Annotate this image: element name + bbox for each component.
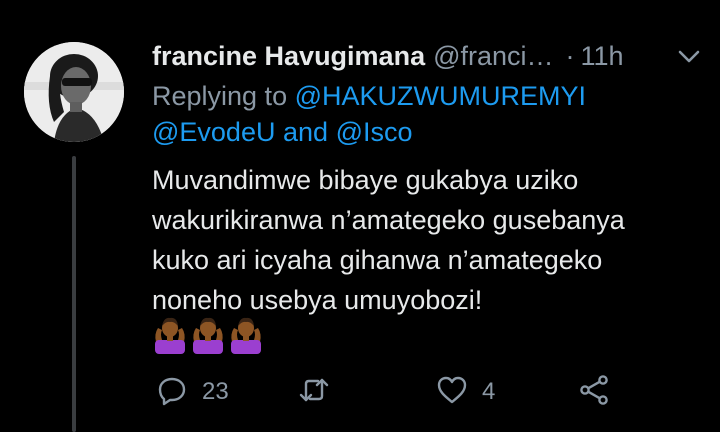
tweet-text-line: kuko ari icyaha gihanwa n’amategeko — [152, 245, 603, 275]
replying-to: Replying to @HAKUZWUMUREMYI @EvodeU and … — [152, 78, 692, 150]
reply-button[interactable]: 23 — [156, 370, 229, 414]
like-button[interactable]: 4 — [436, 370, 495, 414]
tweet-body: Muvandimwe bibaye gukabya uziko wakuriki… — [152, 160, 712, 320]
share-button[interactable] — [578, 370, 610, 414]
more-chevron-icon[interactable] — [676, 44, 702, 70]
person-shrugging-emoji — [193, 317, 223, 354]
avatar[interactable] — [24, 42, 124, 142]
retweet-icon — [298, 374, 330, 411]
tweet-text-line: wakurikiranwa n’amategeko gusebanya — [152, 205, 625, 235]
avatar-photo — [24, 42, 124, 142]
user-handle[interactable]: @franci… — [433, 41, 553, 72]
reply-icon — [156, 374, 188, 411]
replying-to-label: Replying to — [152, 81, 288, 111]
tweet-text-line: Muvandimwe bibaye gukabya uziko — [152, 165, 579, 195]
share-icon — [578, 374, 610, 411]
like-count: 4 — [482, 378, 496, 405]
display-name[interactable]: francine Havugimana — [152, 41, 425, 72]
mention-link[interactable]: @HAKUZWUMUREMYI — [295, 81, 586, 111]
mention-link[interactable]: @EvodeU — [152, 117, 275, 147]
mention-joiner[interactable]: and — [283, 117, 328, 147]
tweet-card[interactable]: francine Havugimana @franci… · 11h Reply… — [0, 0, 720, 432]
action-bar: 23 4 — [152, 370, 672, 414]
emoji-row — [152, 316, 264, 356]
person-shrugging-emoji — [231, 317, 261, 354]
retweet-button[interactable] — [298, 370, 344, 414]
timestamp[interactable]: 11h — [581, 41, 624, 72]
tweet-header: francine Havugimana @franci… · 11h — [152, 36, 702, 76]
separator-dot: · — [565, 40, 575, 71]
thread-connector-line — [72, 156, 76, 432]
mention-link[interactable]: @Isco — [336, 117, 413, 147]
reply-count: 23 — [202, 378, 229, 405]
like-icon — [436, 374, 468, 411]
person-shrugging-emoji — [155, 317, 185, 354]
tweet-text-line: noneho usebya umuyobozi! — [152, 285, 483, 315]
